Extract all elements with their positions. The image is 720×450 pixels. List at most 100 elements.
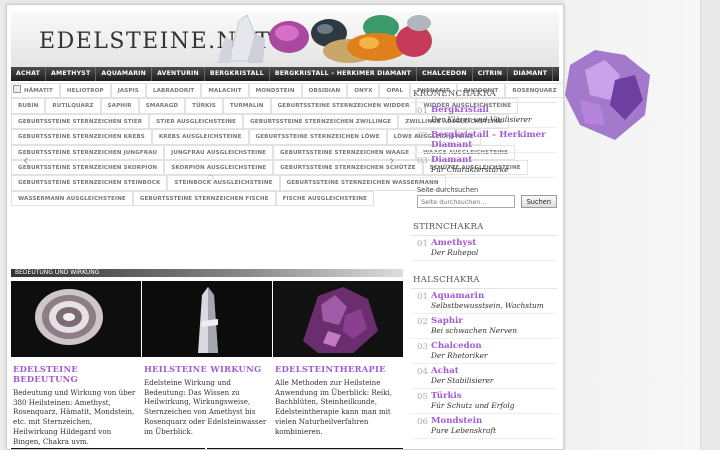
list-item[interactable]: 06 Mondstein Pure Lebenskraft: [411, 414, 557, 439]
list-number: 02: [417, 131, 428, 141]
search-label: Seite durchsuchen: [417, 186, 479, 194]
list-item[interactable]: 03 Chalcedon Der Rhetoriker: [411, 339, 557, 364]
card-text: Edelsteine Wirkung und Bedeutung: Das Wi…: [144, 378, 267, 436]
tag-item[interactable]: WASSERMANN AUSGLEICHSTEINE: [11, 190, 133, 207]
list-item[interactable]: 01 Aquamarin Selbstbewusstsein, Wachstum: [411, 289, 557, 314]
tag-item[interactable]: GEBURTSSTEINE STERNZEICHEN SKORPION: [11, 160, 165, 176]
list-link[interactable]: Bergkristall – Herkimer Diamant: [431, 130, 557, 150]
tag-item[interactable]: GEBURTSSTEINE STERNZEICHEN WAAGE: [273, 144, 417, 160]
agate-image[interactable]: [11, 281, 141, 357]
tag-item[interactable]: KREBS AUSGLEICHSTEINE: [151, 129, 249, 145]
feature-cards: EDELSTEINE BEDEUTUNG Bedeutung und Wirku…: [11, 281, 403, 446]
list-number: 02: [417, 317, 428, 327]
tag-item[interactable]: GEBURTSSTEINE STERNZEICHEN WIDDER: [270, 98, 417, 114]
amethyst-decoration: [565, 50, 650, 140]
logo-initial: E: [39, 29, 57, 54]
list-link[interactable]: Achat: [431, 366, 557, 376]
nav-item-bergkristall[interactable]: BERGKRISTALL: [205, 67, 270, 81]
tag-item[interactable]: RUBIN: [11, 98, 46, 114]
halschakra-list: 01 Aquamarin Selbstbewusstsein, Wachstum …: [411, 289, 557, 439]
list-item[interactable]: 01 Bergkristall Der Klärer und Vitalisier…: [411, 103, 557, 128]
tag-item[interactable]: STEINBOCK AUSGLEICHSTEINE: [167, 175, 280, 191]
card-title[interactable]: EDELSTEINE BEDEUTUNG: [11, 364, 141, 384]
tag-item[interactable]: SMARAGD: [138, 98, 186, 114]
nav-item-citrin[interactable]: CITRIN: [473, 67, 509, 81]
list-item[interactable]: 05 Türkis Für Schutz und Erfolg: [411, 389, 557, 414]
slider-prev-icon[interactable]: ‹: [23, 153, 29, 169]
nav-item-amethyst[interactable]: AMETHYST: [46, 67, 97, 81]
section-bar: BEDEUTUNG UND WIRKUNG: [11, 269, 403, 277]
tag-item[interactable]: MALACHIT: [201, 83, 249, 99]
search-input[interactable]: [417, 195, 515, 208]
list-link[interactable]: Türkis: [431, 391, 557, 401]
list-item[interactable]: 02 Bergkristall – Herkimer Diamant: [411, 128, 557, 153]
list-link[interactable]: Mondstein: [431, 416, 557, 426]
site-header: EDELSTEINE.NET: [11, 11, 559, 67]
tag-item[interactable]: RUTILQUARZ: [45, 98, 101, 114]
list-item[interactable]: 01 Amethyst Der Ruhepol: [411, 236, 557, 261]
crystal-image[interactable]: [142, 281, 272, 357]
tag-item[interactable]: OPAL: [379, 83, 411, 99]
search-form: Suchen: [411, 195, 557, 208]
card-title[interactable]: HEILSTEINE WIRKUNG: [142, 364, 272, 374]
tag-item[interactable]: TURMALIN: [222, 98, 271, 114]
amethyst-image[interactable]: [273, 281, 403, 357]
scrollbar[interactable]: [700, 0, 720, 450]
slider-next-icon[interactable]: ›: [389, 153, 395, 169]
list-number: 03: [417, 156, 428, 166]
list-number: 01: [417, 239, 428, 249]
list-desc: Für Charakterstärke: [431, 165, 509, 174]
page-container: EDELSTEINE.NET ACHAT AMETHYST AQUAMARIN …: [6, 4, 564, 450]
list-item[interactable]: 04 Achat Der Stabilisierer: [411, 364, 557, 389]
nav-item-herkimer-diamant[interactable]: BERGKRISTALL – HERKIMER DIAMANT: [270, 67, 418, 81]
tag-item[interactable]: JUNGFRAU AUSGLEICHSTEINE: [164, 144, 274, 160]
nav-item-chalcedon[interactable]: CHALCEDON: [417, 67, 473, 81]
list-number: 05: [417, 392, 428, 402]
tag-item[interactable]: TÜRKIS: [185, 98, 223, 114]
sidebar-heading-halschakra: HALSCHAKRA: [411, 273, 557, 289]
list-link[interactable]: Saphir: [431, 316, 557, 326]
tag-item[interactable]: SAPHIR: [100, 98, 139, 114]
tag-item[interactable]: GEBURTSSTEINE STERNZEICHEN ZWILLINGE: [243, 113, 399, 130]
header-gems-image: [217, 14, 432, 63]
tag-item[interactable]: GEBURTSSTEINE STERNZEICHEN STIER: [11, 113, 150, 130]
tag-item[interactable]: GEBURTSSTEINE STERNZEICHEN LÖWE: [248, 129, 387, 145]
image-slider: HÄMATIT HELIOTROP JASPIS LABRADORIT MALA…: [11, 83, 563, 267]
tag-item[interactable]: GEBURTSSTEINE STERNZEICHEN SCHÜTZE: [273, 160, 423, 176]
list-link[interactable]: Bergkristall: [431, 105, 557, 115]
feature-card[interactable]: EDELSTEINE BEDEUTUNG Bedeutung und Wirku…: [11, 281, 141, 446]
kronenchakra-list: 01 Bergkristall Der Klärer und Vitalisier…: [411, 103, 557, 178]
list-desc: Pure Lebenskraft: [431, 426, 497, 435]
list-item[interactable]: 03 Diamant Für Charakterstärke: [411, 153, 557, 178]
tag-item[interactable]: GEBURTSSTEINE STERNZEICHEN STEINBOCK: [11, 175, 168, 191]
search-button[interactable]: Suchen: [520, 195, 557, 208]
tag-item[interactable]: OBSIDIAN: [301, 83, 348, 99]
list-link[interactable]: Chalcedon: [431, 341, 557, 351]
feature-card[interactable]: EDELSTEINTHERAPIE Alle Methoden zur Heil…: [273, 281, 403, 446]
tag-item[interactable]: STIER AUSGLEICHSTEINE: [149, 113, 244, 130]
tag-item[interactable]: GEBURTSSTEINE STERNZEICHEN JUNGFRAU: [11, 144, 165, 160]
list-link[interactable]: Amethyst: [431, 238, 557, 248]
tag-item[interactable]: GEBURTSSTEINE STERNZEICHEN KREBS: [11, 129, 152, 145]
tag-item[interactable]: MONDSTEIN: [248, 83, 302, 99]
list-link[interactable]: Diamant: [431, 155, 557, 165]
nav-item-aventurin[interactable]: AVENTURIN: [152, 67, 205, 81]
list-link[interactable]: Aquamarin: [431, 291, 557, 301]
tag-item[interactable]: HELIOTROP: [59, 83, 111, 99]
card-text: Alle Methoden zur Heilsteine Anwendung i…: [275, 378, 392, 436]
list-item[interactable]: 02 Saphir Bei schwachen Nerven: [411, 314, 557, 339]
tag-item[interactable]: ONYX: [347, 83, 380, 99]
broken-image-icon: [13, 85, 21, 93]
tag-item[interactable]: LABRADORIT: [145, 83, 202, 99]
tag-item[interactable]: JASPIS: [110, 83, 146, 99]
main-nav: ACHAT AMETHYST AQUAMARIN AVENTURIN BERGK…: [11, 67, 559, 81]
card-title[interactable]: EDELSTEINTHERAPIE: [273, 364, 403, 374]
nav-item-achat[interactable]: ACHAT: [11, 67, 47, 81]
tag-item[interactable]: GEBURTSSTEINE STERNZEICHEN FISCHE: [132, 190, 276, 207]
nav-item-aquamarin[interactable]: AQUAMARIN: [96, 67, 153, 81]
tag-item[interactable]: SKORPION AUSGLEICHSTEINE: [164, 160, 274, 176]
nav-item-diamant[interactable]: DIAMANT: [508, 67, 554, 81]
feature-card[interactable]: HEILSTEINE WIRKUNG Edelsteine Wirkung un…: [142, 281, 272, 446]
tag-item[interactable]: FISCHE AUSGLEICHSTEINE: [275, 190, 375, 207]
list-number: 04: [417, 367, 428, 377]
